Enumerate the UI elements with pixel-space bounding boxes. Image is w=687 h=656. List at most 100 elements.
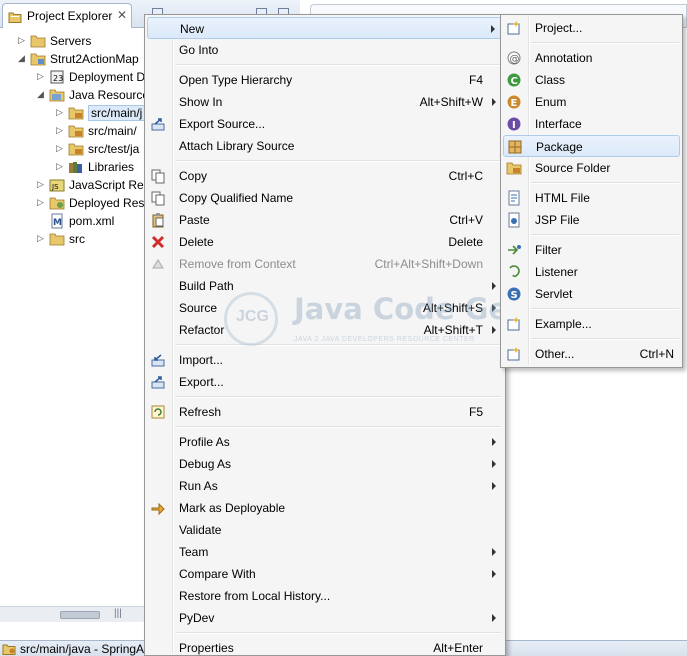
menu-item-copy[interactable]: Copy Ctrl+C — [147, 165, 503, 187]
context-menu: New Go Into Open Type Hierarchy F4 Show In Al… — [144, 14, 506, 656]
menu-separator — [531, 308, 679, 310]
close-icon[interactable]: ✕ — [117, 8, 127, 22]
deployable-icon — [150, 500, 166, 516]
menu-item-jsp-file[interactable]: JSP File — [503, 209, 680, 231]
project-explorer-icon — [8, 10, 22, 26]
menu-item-label: Class — [535, 73, 566, 87]
source-folder-icon — [2, 644, 16, 656]
menu-item-other[interactable]: Other... Ctrl+N — [503, 343, 680, 365]
menu-item-servlet[interactable]: S Servlet — [503, 283, 680, 305]
menu-item-label: Validate — [179, 523, 222, 537]
menu-item-project[interactable]: Project... — [503, 17, 680, 39]
source-folder-icon — [506, 160, 522, 176]
menu-item-interface[interactable]: I Interface — [503, 113, 680, 135]
menu-item-source[interactable]: Source Alt+Shift+S — [147, 297, 503, 319]
menu-item-new[interactable]: New — [147, 17, 503, 39]
menu-item-paste[interactable]: Paste Ctrl+V — [147, 209, 503, 231]
menu-item-label: New — [180, 22, 205, 36]
export-source-icon — [150, 116, 166, 132]
submenu-arrow-icon — [492, 282, 496, 290]
menu-item-example[interactable]: Example... — [503, 313, 680, 335]
menu-item-enum[interactable]: E Enum — [503, 91, 680, 113]
svg-text:S: S — [511, 290, 518, 301]
class-icon: C — [506, 72, 522, 88]
menu-item-copy-qualified-name[interactable]: Copy Qualified Name — [147, 187, 503, 209]
submenu-arrow-icon — [492, 570, 496, 578]
menu-item-label: PyDev — [179, 611, 215, 625]
menu-item-listener[interactable]: Listener — [503, 261, 680, 283]
expand-toggle-icon[interactable]: ▷ — [37, 198, 45, 207]
scrollbar-thumb[interactable] — [60, 611, 100, 619]
expand-toggle-icon[interactable]: ▷ — [56, 144, 64, 153]
expand-toggle-icon[interactable]: ▷ — [18, 36, 26, 45]
filter-icon — [506, 242, 522, 258]
expand-toggle-icon[interactable]: ◢ — [37, 90, 45, 99]
submenu-arrow-icon — [492, 614, 496, 622]
menu-item-run-as[interactable]: Run As — [147, 475, 503, 497]
menu-item-pydev[interactable]: PyDev — [147, 607, 503, 629]
menu-item-html-file[interactable]: HTML File — [503, 187, 680, 209]
menu-item-shortcut: F4 — [468, 73, 483, 87]
horizontal-scrollbar[interactable]: ||| — [0, 606, 145, 622]
menu-item-label: Copy — [179, 169, 208, 183]
menu-item-refresh[interactable]: Refresh F5 — [147, 401, 503, 423]
menu-item-shortcut: F5 — [468, 405, 483, 419]
expand-toggle-icon[interactable]: ▷ — [37, 234, 45, 243]
menu-item-delete[interactable]: Delete Delete — [147, 231, 503, 253]
menu-item-label: Profile As — [179, 435, 230, 449]
menu-item-export[interactable]: Export... — [147, 371, 503, 393]
menu-item-attach-library-source[interactable]: Attach Library Source — [147, 135, 503, 157]
menu-item-restore-from-local-history[interactable]: Restore from Local History... — [147, 585, 503, 607]
tree-item-label: Deployed Reso — [69, 196, 152, 210]
menu-item-label: Import... — [179, 353, 224, 367]
menu-item-debug-as[interactable]: Debug As — [147, 453, 503, 475]
refresh-icon — [150, 404, 166, 420]
menu-separator — [175, 426, 501, 428]
submenu-arrow-icon — [492, 482, 496, 490]
menu-item-profile-as[interactable]: Profile As — [147, 431, 503, 453]
expand-toggle-icon[interactable]: ▷ — [56, 162, 64, 171]
menu-item-open-type-hierarchy[interactable]: Open Type Hierarchy F4 — [147, 69, 503, 91]
menu-item-class[interactable]: C Class — [503, 69, 680, 91]
submenu-arrow-icon — [492, 460, 496, 468]
scrollbar-grip: ||| — [114, 608, 122, 619]
menu-item-team[interactable]: Team — [147, 541, 503, 563]
menu-item-label: Paste — [179, 213, 210, 227]
menu-item-show-in[interactable]: Show In Alt+Shift+W — [147, 91, 503, 113]
project-explorer-tab[interactable]: Project Explorer ✕ — [2, 3, 132, 28]
menu-item-shortcut: Ctrl+N — [639, 347, 674, 361]
other-wizard-icon — [506, 346, 522, 362]
menu-item-validate[interactable]: Validate — [147, 519, 503, 541]
menu-item-label: Filter — [535, 243, 562, 257]
menu-item-import[interactable]: Import... — [147, 349, 503, 371]
expand-toggle-icon[interactable]: ▷ — [37, 180, 45, 189]
menu-item-go-into[interactable]: Go Into — [147, 39, 503, 61]
menu-item-label: Compare With — [179, 567, 256, 581]
enum-icon: E — [506, 94, 522, 110]
menu-item-refactor[interactable]: Refactor Alt+Shift+T — [147, 319, 503, 341]
menu-item-label: Run As — [179, 479, 218, 493]
menu-item-label: Listener — [535, 265, 578, 279]
menu-item-filter[interactable]: Filter — [503, 239, 680, 261]
expand-toggle-icon[interactable]: ▷ — [37, 72, 45, 81]
expand-toggle-icon[interactable]: ▷ — [56, 126, 64, 135]
menu-item-build-path[interactable]: Build Path — [147, 275, 503, 297]
svg-text:C: C — [511, 76, 518, 87]
menu-item-shortcut: Alt+Shift+W — [419, 95, 483, 109]
svg-text:JS: JS — [51, 183, 59, 191]
menu-item-annotation[interactable]: @ Annotation — [503, 47, 680, 69]
menu-item-label: Copy Qualified Name — [179, 191, 294, 205]
menu-item-source-folder[interactable]: Source Folder — [503, 157, 680, 179]
menu-separator — [531, 182, 679, 184]
menu-item-mark-as-deployable[interactable]: Mark as Deployable — [147, 497, 503, 519]
menu-separator — [175, 344, 501, 346]
delete-icon — [150, 234, 166, 250]
menu-item-export-source[interactable]: Export Source... — [147, 113, 503, 135]
expand-toggle-icon[interactable]: ◢ — [18, 54, 26, 63]
menu-item-compare-with[interactable]: Compare With — [147, 563, 503, 585]
submenu-arrow-icon — [492, 304, 496, 312]
menu-item-shortcut: Alt+Enter — [433, 641, 483, 655]
menu-item-properties[interactable]: Properties Alt+Enter — [147, 637, 503, 656]
expand-toggle-icon[interactable]: ▷ — [56, 108, 64, 117]
menu-item-package[interactable]: Package — [503, 135, 680, 157]
